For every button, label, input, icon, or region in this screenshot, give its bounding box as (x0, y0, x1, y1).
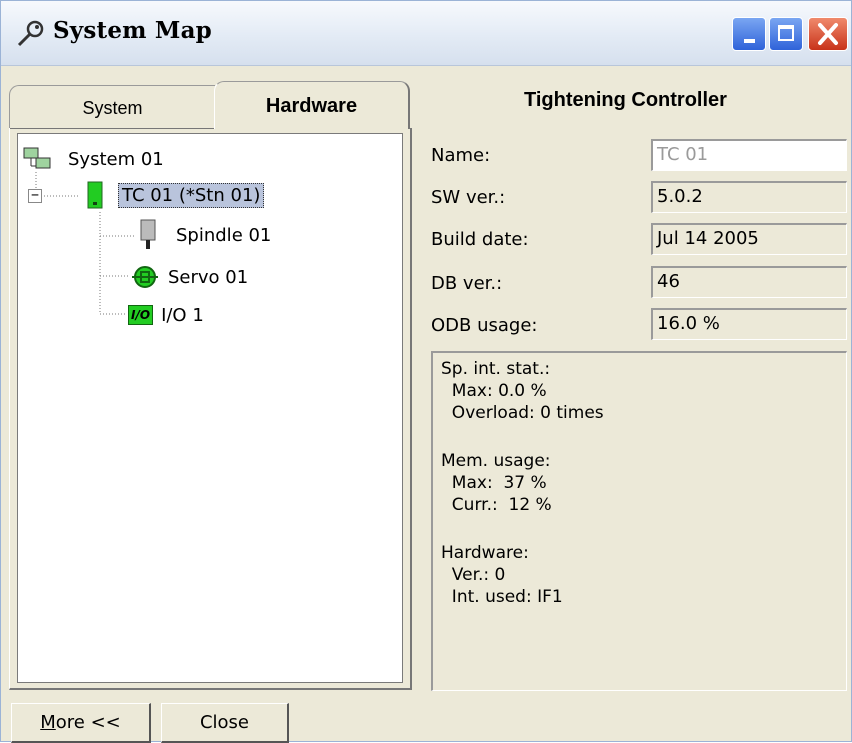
tree-collapse-toggle[interactable]: − (28, 189, 42, 203)
tab-hardware-label: Hardware (265, 95, 358, 117)
close-window-button[interactable] (808, 17, 848, 51)
tree-item-tc-01[interactable]: TC 01 (*Stn 01) (84, 180, 265, 210)
maximize-icon (778, 25, 794, 41)
wrench-icon (17, 20, 44, 47)
tree-item-label: Servo 01 (168, 266, 249, 288)
tree-item-label: System 01 (68, 148, 164, 170)
spindle-icon (140, 219, 156, 249)
sw-version-value: 5.0.2 (651, 181, 847, 213)
more-button-label: ore << (55, 712, 121, 733)
odb-usage-label: ODB usage: (431, 315, 538, 336)
db-version-value: 46 (651, 266, 847, 298)
sw-version-label: SW ver.: (431, 187, 506, 208)
minimize-button[interactable] (732, 17, 766, 51)
details-title: Tightening Controller (524, 89, 727, 111)
info-line: Overload: 0 times (441, 403, 604, 423)
tree-item-label: TC 01 (*Stn 01) (118, 182, 265, 208)
info-line: Max: 0.0 % (441, 381, 547, 401)
system-icon (23, 147, 51, 169)
info-line: Curr.: 12 % (441, 495, 552, 515)
title-bar[interactable]: System Map (1, 1, 851, 66)
tab-system[interactable]: System (9, 85, 215, 129)
close-icon (818, 23, 838, 45)
info-line: Ver.: 0 (441, 565, 506, 585)
info-line: Mem. usage: (441, 451, 551, 471)
info-line: Hardware: (441, 543, 529, 563)
name-field[interactable]: TC 01 (651, 139, 847, 171)
window-title: System Map (53, 17, 212, 44)
tree-item-servo-01[interactable]: Servo 01 (130, 262, 248, 292)
status-info-box: Sp. int. stat.: Max: 0.0 % Overload: 0 t… (431, 351, 847, 691)
io-icon: I/O (128, 305, 154, 325)
close-button[interactable]: Close (161, 703, 289, 743)
name-label: Name: (431, 145, 491, 166)
collapse-icon: − (31, 188, 39, 203)
tree-item-label: I/O 1 (161, 304, 204, 326)
system-map-window: System Map System Hardware System 01 − T… (0, 0, 852, 743)
minimize-icon (744, 39, 755, 43)
odb-usage-value: 16.0 % (651, 308, 847, 340)
tab-system-label: System (82, 98, 143, 118)
info-line: Int. used: IF1 (441, 587, 563, 607)
info-line: Max: 37 % (441, 473, 547, 493)
db-version-label: DB ver.: (431, 273, 503, 294)
close-button-label: Close (199, 712, 250, 733)
tree-item-io-1[interactable]: I/O I/O 1 (128, 300, 204, 330)
tab-hardware[interactable]: Hardware (214, 81, 410, 129)
controller-icon (87, 181, 103, 209)
more-button-mnemonic: M (40, 712, 56, 733)
more-button[interactable]: More << (11, 703, 151, 743)
servo-icon (132, 266, 158, 288)
info-line: Sp. int. stat.: (441, 359, 551, 379)
tree-item-label: Spindle 01 (176, 224, 272, 246)
tree-item-system-01[interactable]: System 01 (22, 144, 164, 174)
hardware-tree[interactable]: System 01 − TC 01 (*Stn 01) Spindle 01 S… (17, 133, 403, 683)
build-date-value: Jul 14 2005 (651, 223, 847, 255)
maximize-button[interactable] (769, 17, 803, 51)
build-date-label: Build date: (431, 229, 529, 250)
tree-item-spindle-01[interactable]: Spindle 01 (138, 219, 272, 250)
